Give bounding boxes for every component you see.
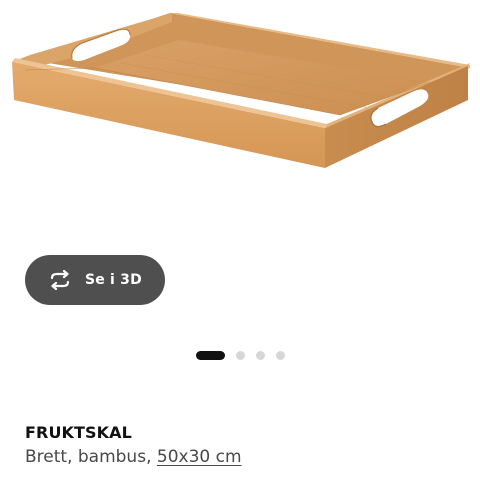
view-in-3d-button[interactable]: Se i 3D: [25, 255, 165, 305]
carousel-dot-active[interactable]: [196, 350, 225, 360]
rotate-arrows-icon: [47, 270, 73, 290]
product-image[interactable]: [0, 0, 480, 240]
view-in-3d-label: Se i 3D: [85, 272, 142, 288]
product-description: Brett, bambus, 50x30 cm: [25, 447, 242, 467]
product-description-text: Brett, bambus,: [25, 447, 157, 467]
image-carousel-dots: [196, 350, 296, 360]
product-size-link[interactable]: 50x30 cm: [157, 447, 242, 467]
carousel-dot[interactable]: [276, 350, 285, 360]
carousel-dot[interactable]: [256, 350, 265, 360]
carousel-dot[interactable]: [236, 350, 245, 360]
product-name: FRUKTSKAL: [25, 423, 132, 442]
product-page: Se i 3D FRUKTSKAL Brett, bambus, 50x30 c…: [0, 0, 480, 480]
